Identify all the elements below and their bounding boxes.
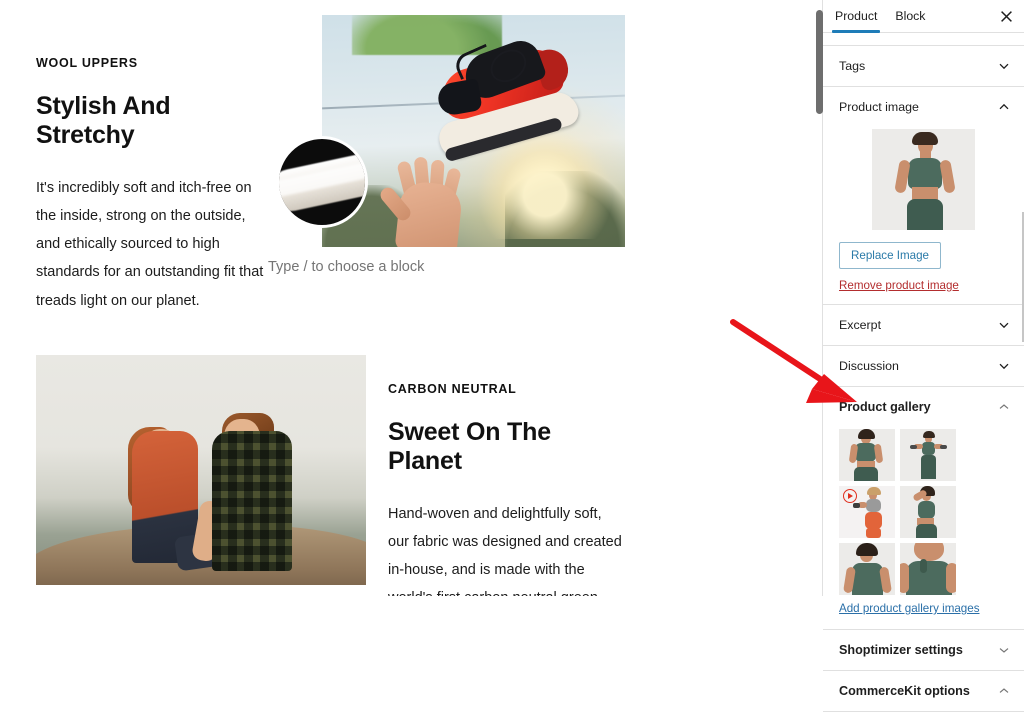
- gallery-thumb-5[interactable]: [839, 543, 895, 595]
- post-editor-canvas[interactable]: WOOL UPPERS Stylish And Stretchy It's in…: [0, 0, 822, 596]
- section-2-text-column[interactable]: CARBON NEUTRAL Sweet On The Planet Hand-…: [388, 382, 623, 596]
- tab-product[interactable]: Product: [831, 0, 881, 33]
- editor-window: WOOL UPPERS Stylish And Stretchy It's in…: [0, 0, 1024, 712]
- section-1-eyebrow: WOOL UPPERS: [36, 56, 138, 70]
- chevron-down-icon: [999, 648, 1009, 653]
- panel-tags-header[interactable]: Tags: [823, 46, 1024, 86]
- settings-sidebar: Product Block Tags Product image Replace…: [816, 0, 1024, 712]
- gallery-thumb-6[interactable]: [900, 543, 956, 595]
- panel-discussion-title: Discussion: [839, 359, 899, 373]
- panel-excerpt-header[interactable]: Excerpt: [823, 305, 1024, 345]
- add-product-gallery-images-link[interactable]: Add product gallery images: [839, 602, 980, 615]
- section-2-body: Hand-woven and delightfully soft, our fa…: [388, 505, 622, 597]
- block-appender-placeholder[interactable]: Type / to choose a block: [268, 259, 424, 275]
- panel-commercekit-options-title: CommerceKit options: [839, 684, 970, 698]
- panel-product-image-body: Replace Image Remove product image: [823, 129, 1024, 304]
- replace-image-button[interactable]: Replace Image: [839, 242, 941, 269]
- chevron-up-icon: [999, 404, 1009, 409]
- chevron-down-icon: [999, 363, 1009, 370]
- gallery-thumb-3[interactable]: [839, 486, 895, 538]
- panel-discussion-header[interactable]: Discussion: [823, 346, 1024, 386]
- panel-shoptimizer-settings-header[interactable]: Shoptimizer settings: [823, 630, 1024, 670]
- panel-product-gallery: Product gallery Add product gallery imag…: [823, 387, 1024, 630]
- section-2-heading: Sweet On The Planet: [388, 418, 551, 475]
- section-2-hero-image[interactable]: [36, 355, 366, 585]
- video-play-icon: [843, 489, 857, 503]
- panel-commercekit-options: CommerceKit options: [823, 671, 1024, 712]
- chevron-down-icon: [999, 63, 1009, 70]
- section-2-eyebrow: CARBON NEUTRAL: [388, 382, 517, 396]
- close-icon[interactable]: [997, 7, 1016, 26]
- gallery-thumb-1[interactable]: [839, 429, 895, 481]
- section-1-hero-image[interactable]: [322, 15, 625, 247]
- panel-shoptimizer-settings: Shoptimizer settings: [823, 630, 1024, 671]
- panel-commercekit-options-header[interactable]: CommerceKit options: [823, 671, 1024, 711]
- content-section-1[interactable]: WOOL UPPERS Stylish And Stretchy It's in…: [0, 0, 822, 309]
- panel-tags-title: Tags: [839, 59, 866, 73]
- panel-product-image-header[interactable]: Product image: [823, 87, 1024, 127]
- person-right-plaid-shirt: [212, 431, 292, 571]
- tab-block[interactable]: Block: [895, 0, 925, 33]
- panel-tags: Tags: [823, 46, 1024, 87]
- section-1-body: It's incredibly soft and itch-free on th…: [36, 179, 264, 309]
- section-1-heading: Stylish And Stretchy: [36, 92, 171, 149]
- panel-excerpt: Excerpt: [823, 305, 1024, 346]
- panel-product-gallery-body: Add product gallery images: [823, 429, 1024, 629]
- chevron-up-icon: [999, 103, 1009, 110]
- panel-discussion: Discussion: [823, 346, 1024, 387]
- model-thumbnail-graphic: [872, 129, 975, 230]
- panel-product-image: Product image Replace Image Remove produ…: [823, 87, 1024, 305]
- panel-product-image-title: Product image: [839, 100, 919, 114]
- sidebar-spacer: [823, 33, 1024, 46]
- panel-shoptimizer-settings-title: Shoptimizer settings: [839, 643, 963, 657]
- panel-excerpt-title: Excerpt: [839, 318, 882, 332]
- chevron-down-icon: [999, 322, 1009, 329]
- product-featured-image[interactable]: [872, 129, 975, 230]
- gallery-thumb-2[interactable]: [900, 429, 956, 481]
- content-section-2[interactable]: CARBON NEUTRAL Sweet On The Planet Hand-…: [0, 340, 822, 596]
- wool-fiber-inset-image[interactable]: [276, 136, 368, 228]
- remove-product-image-link[interactable]: Remove product image: [839, 279, 1008, 292]
- section-1-text-column[interactable]: WOOL UPPERS Stylish And Stretchy It's in…: [36, 56, 266, 315]
- product-gallery-grid: [839, 429, 1008, 595]
- editor-scrollbar-thumb[interactable]: [816, 10, 823, 114]
- sidebar-tab-bar: Product Block: [823, 0, 1024, 33]
- open-hand-graphic: [377, 143, 482, 247]
- panel-product-gallery-title: Product gallery: [839, 400, 931, 414]
- chevron-up-icon: [999, 688, 1009, 693]
- panel-product-gallery-header[interactable]: Product gallery: [823, 387, 1024, 427]
- gallery-thumb-4[interactable]: [900, 486, 956, 538]
